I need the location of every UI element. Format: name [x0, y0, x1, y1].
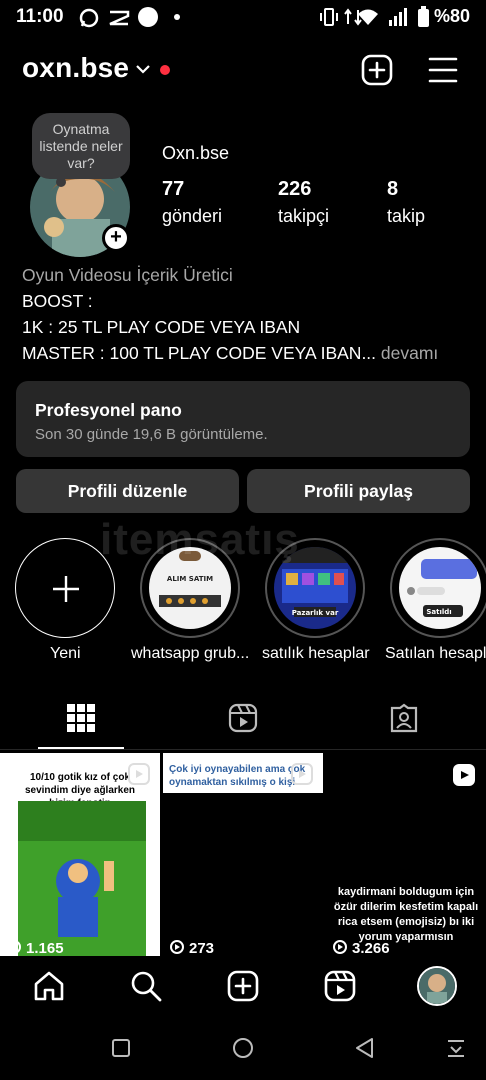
watermark: itemsatış [100, 515, 300, 564]
back-icon[interactable] [354, 1037, 374, 1059]
post-thumbnail[interactable]: kaydirmani boldugum için özür dilerim ke… [326, 753, 486, 956]
note-bubble[interactable]: Oynatma listende neler var? [32, 113, 130, 179]
dashboard-subtitle: Son 30 günde 19,6 B görüntüleme. [35, 426, 268, 443]
chevron-down-icon[interactable] [136, 64, 150, 74]
views-icon [333, 940, 347, 954]
bio-line-truncated: MASTER : 100 TL PLAY CODE VEYA IBAN... d… [22, 343, 438, 364]
highlight-cover-text: Pazarlık var [292, 609, 339, 617]
posts-count[interactable]: 77 [162, 178, 184, 201]
whatsapp-icon [79, 8, 99, 28]
post-view-count: 1.165 [26, 940, 64, 956]
create-icon[interactable] [227, 970, 259, 1002]
highlight-cover-text: ALIM SATIM [167, 575, 213, 583]
tagged-tab-icon[interactable] [389, 703, 419, 733]
grid-icon[interactable] [67, 704, 95, 732]
dot-icon [174, 14, 180, 20]
create-post-icon[interactable] [361, 54, 393, 86]
system-nav [0, 1018, 486, 1080]
wifi-icon [358, 9, 378, 25]
home-circle-icon[interactable] [232, 1037, 254, 1059]
post-caption: kaydirmani boldugum için özür dilerim ke… [333, 886, 479, 943]
bio-line: MASTER : 100 TL PLAY CODE VEYA IBAN... [22, 343, 377, 363]
reel-indicator-icon [128, 763, 150, 785]
following-count[interactable]: 8 [387, 178, 398, 201]
post-view-count: 273 [189, 940, 215, 956]
reel-indicator-icon [453, 764, 475, 786]
highlight-satilan[interactable]: Satıldı [390, 538, 486, 638]
highlight-label: whatsapp grub... [131, 645, 250, 662]
reel-indicator-icon [291, 763, 313, 785]
battery-icon [418, 6, 429, 27]
highlight-cover-text: Satıldı [426, 608, 451, 616]
search-icon[interactable] [130, 970, 162, 1002]
reels-tab-icon[interactable] [228, 703, 258, 733]
add-story-button[interactable]: + [102, 224, 130, 252]
followers-label[interactable]: takipçi [278, 206, 329, 227]
highlight-label: Satılan hesapl [385, 645, 486, 662]
highlight-label: Yeni [50, 645, 81, 662]
profile-username[interactable]: oxn.bse [22, 52, 129, 84]
views-icon [170, 940, 184, 954]
signal-icon [389, 8, 407, 26]
reels-icon[interactable] [324, 970, 356, 1002]
status-time: 11:00 [16, 6, 64, 27]
professional-dashboard[interactable]: Profesyonel pano Son 30 günde 19,6 B gör… [16, 381, 470, 457]
home-icon[interactable] [33, 970, 65, 1002]
followers-count[interactable]: 226 [278, 178, 311, 201]
views-icon [7, 940, 21, 954]
edit-profile-button[interactable]: Profili düzenle [16, 469, 239, 513]
bio-line: 1K : 25 TL PLAY CODE VEYA IBAN [22, 317, 301, 337]
battery-percent: %80 [433, 6, 470, 26]
highlight-cover: Satıldı [399, 547, 481, 629]
bio-category: Oyun Videosu İçerik Üretici [22, 265, 233, 285]
recents-icon[interactable] [112, 1039, 130, 1057]
posts-label[interactable]: gönderi [162, 206, 222, 227]
capcut-icon [109, 10, 130, 26]
display-name: Oxn.bse [162, 143, 230, 163]
following-label[interactable]: takip [387, 206, 425, 227]
bio-more-link[interactable]: devamı [381, 343, 438, 363]
bio-line: BOOST : [22, 291, 93, 311]
profile-nav-avatar[interactable] [417, 966, 457, 1006]
plus-icon [53, 576, 79, 602]
share-profile-button[interactable]: Profili paylaş [247, 469, 470, 513]
nav-menu-icon[interactable] [446, 1038, 466, 1058]
notification-dot [160, 65, 170, 75]
highlight-label: satılık hesaplar [262, 645, 370, 662]
post-view-count: 3.266 [352, 940, 390, 956]
status-bar: 11:00 %80 [0, 0, 486, 34]
tab-divider [0, 749, 486, 750]
menu-icon[interactable] [428, 56, 458, 84]
post-thumbnail[interactable]: 10/10 gotik kız of çok sevindim diye ağl… [0, 753, 160, 956]
circle-notification-icon [138, 7, 158, 27]
vibrate-icon [320, 8, 338, 26]
post-thumbnail[interactable]: Çok iyi oynayabilen ama çok oynamaktan s… [163, 753, 323, 956]
bottom-nav [0, 956, 486, 1018]
dashboard-title: Profesyonel pano [35, 400, 182, 420]
